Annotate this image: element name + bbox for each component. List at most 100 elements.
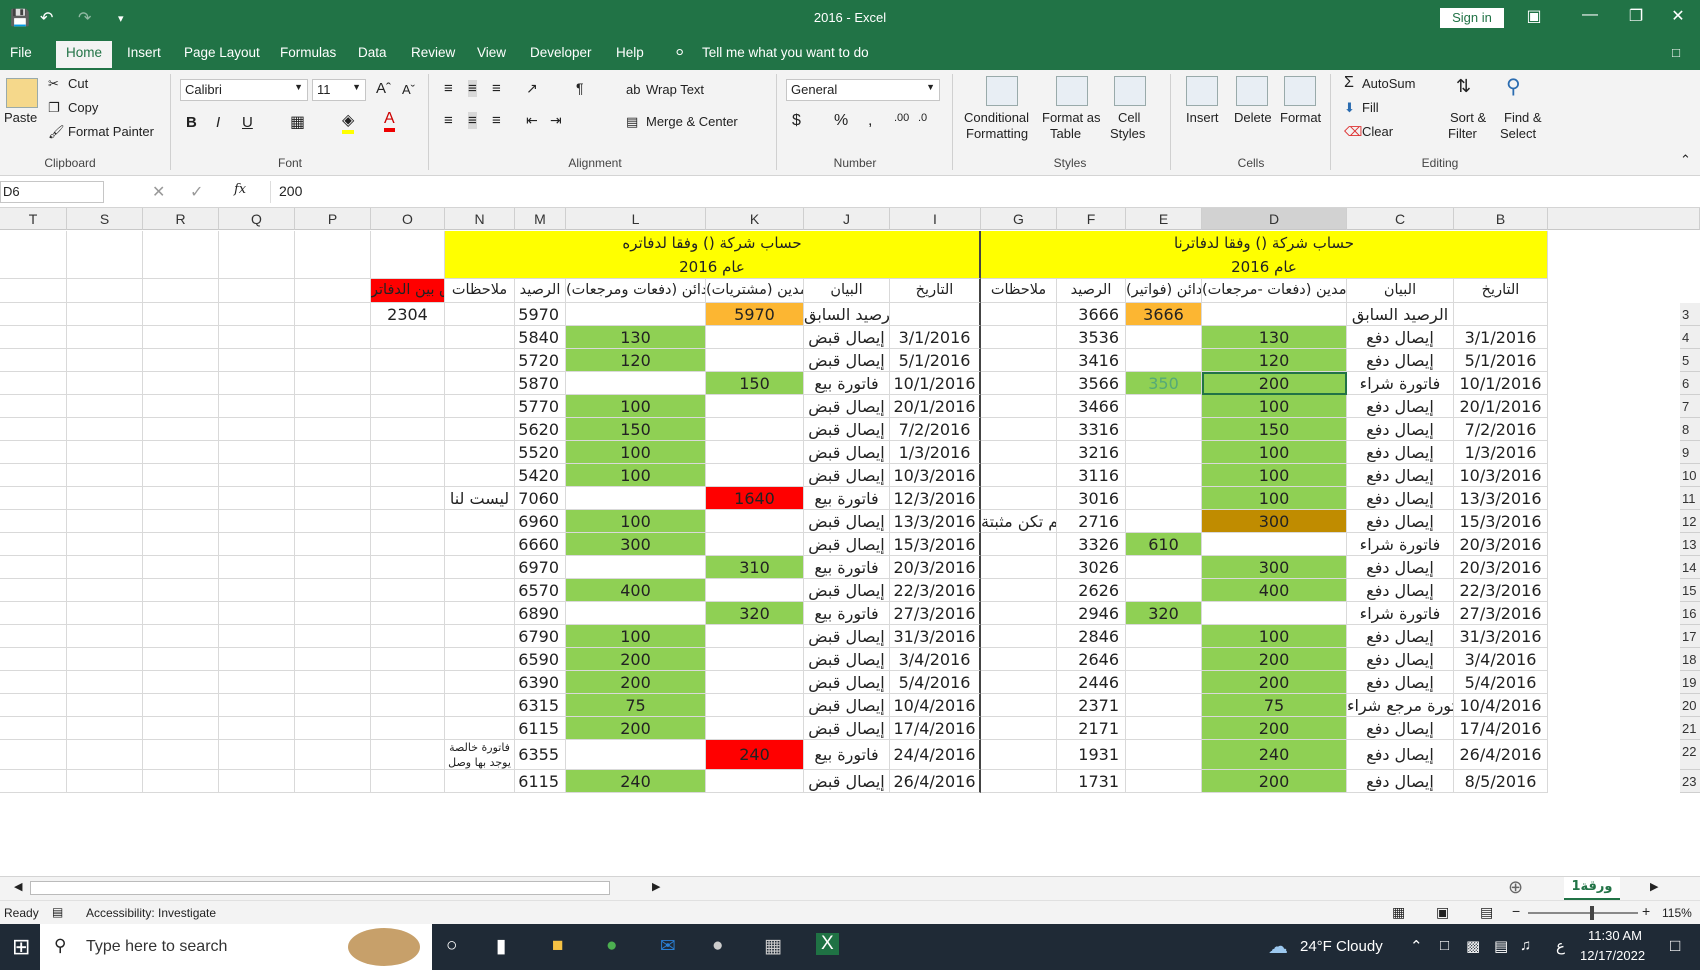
cell-s19[interactable] <box>67 671 143 694</box>
macro-record-icon[interactable]: ▤ <box>52 905 63 919</box>
cell-f18[interactable]: 2646 <box>1057 648 1126 671</box>
insert-cells-icon[interactable] <box>1186 76 1218 106</box>
delete-cells-button[interactable]: Delete <box>1234 110 1272 125</box>
cell-f15[interactable]: 2626 <box>1057 579 1126 602</box>
cell-k21[interactable] <box>706 717 804 740</box>
cell-n18[interactable] <box>445 648 515 671</box>
cell-k7[interactable] <box>706 395 804 418</box>
cell-s16[interactable] <box>67 602 143 625</box>
cell-r15[interactable] <box>143 579 219 602</box>
cell-t12[interactable] <box>0 510 67 533</box>
cell-m20[interactable]: 6315 <box>515 694 566 717</box>
cell-j11[interactable]: فاتورة بيع <box>804 487 890 510</box>
cell-s20[interactable] <box>67 694 143 717</box>
cell-e15[interactable] <box>1126 579 1202 602</box>
cell-s18[interactable] <box>67 648 143 671</box>
cell-n7[interactable] <box>445 395 515 418</box>
cell-q23[interactable] <box>219 770 295 793</box>
cell-n23[interactable] <box>445 770 515 793</box>
align-middle-icon[interactable]: ≡ <box>468 80 477 97</box>
cortana-icon[interactable]: ○ <box>446 935 457 957</box>
cell-r12[interactable] <box>143 510 219 533</box>
cell-n4[interactable] <box>445 326 515 349</box>
cell-q15[interactable] <box>219 579 295 602</box>
name-box[interactable]: D6 <box>0 181 104 203</box>
cell-c4[interactable]: إيصال دفع <box>1347 326 1454 349</box>
tab-developer[interactable]: Developer <box>530 45 592 60</box>
cell-f4[interactable]: 3536 <box>1057 326 1126 349</box>
column-header-i[interactable]: I <box>890 208 981 230</box>
cell-c20[interactable]: فاتورة مرجع شراء <box>1347 694 1454 717</box>
cell-g9[interactable] <box>981 441 1057 464</box>
format-painter-button[interactable]: Format Painter <box>68 124 154 139</box>
cell-e19[interactable] <box>1126 671 1202 694</box>
cell-f12[interactable]: 2716 <box>1057 510 1126 533</box>
cell-i12[interactable]: 13/3/2016 <box>890 510 981 533</box>
cell-j10[interactable]: إيصال قبض <box>804 464 890 487</box>
cell-b3[interactable] <box>1454 303 1548 326</box>
cell-n19[interactable] <box>445 671 515 694</box>
cell-i8[interactable]: 7/2/2016 <box>890 418 981 441</box>
cell-m10[interactable]: 5420 <box>515 464 566 487</box>
cell-b8[interactable]: 7/2/2016 <box>1454 418 1548 441</box>
cell-d12[interactable]: 300 <box>1202 510 1347 533</box>
cell-l11[interactable] <box>566 487 706 510</box>
cell-l4[interactable]: 130 <box>566 326 706 349</box>
header-cell-m[interactable]: الرصيد <box>515 279 566 303</box>
cell-k18[interactable] <box>706 648 804 671</box>
cell-d20[interactable]: 75 <box>1202 694 1347 717</box>
align-top-icon[interactable]: ≡ <box>444 80 453 97</box>
cell-c11[interactable]: إيصال دفع <box>1347 487 1454 510</box>
conditional-formatting-icon[interactable] <box>986 76 1018 106</box>
cell-t14[interactable] <box>0 556 67 579</box>
cell-o11[interactable] <box>371 487 445 510</box>
zoom-slider[interactable] <box>1528 912 1638 914</box>
cell-p16[interactable] <box>295 602 371 625</box>
cell-d22[interactable]: 240 <box>1202 740 1347 770</box>
header-cell-d[interactable]: مدين (دفعات -مرجعات) <box>1202 279 1347 303</box>
cell-l13[interactable]: 300 <box>566 533 706 556</box>
cell-i15[interactable]: 22/3/2016 <box>890 579 981 602</box>
cell-e20[interactable] <box>1126 694 1202 717</box>
sheet-tab-1[interactable]: ورقة1 <box>1564 877 1620 901</box>
cell-c3[interactable]: الرصيد السابق <box>1347 303 1454 326</box>
cell-r14[interactable] <box>143 556 219 579</box>
cell-e17[interactable] <box>1126 625 1202 648</box>
cell-d16[interactable] <box>1202 602 1347 625</box>
cell-f14[interactable]: 3026 <box>1057 556 1126 579</box>
tab-formulas[interactable]: Formulas <box>280 45 336 60</box>
cell-k16[interactable]: 320 <box>706 602 804 625</box>
tell-me-search[interactable]: Tell me what you want to do <box>702 45 869 60</box>
enter-icon[interactable]: ✓ <box>190 182 203 202</box>
cell-s12[interactable] <box>67 510 143 533</box>
cell-d11[interactable]: 100 <box>1202 487 1347 510</box>
cell-d3[interactable] <box>1202 303 1347 326</box>
column-header-r[interactable]: R <box>143 208 219 230</box>
cell-c10[interactable]: إيصال دفع <box>1347 464 1454 487</box>
fill-button[interactable]: Fill <box>1362 100 1379 115</box>
cell-i11[interactable]: 12/3/2016 <box>890 487 981 510</box>
cell-l20[interactable]: 75 <box>566 694 706 717</box>
column-header-l[interactable]: L <box>566 208 706 230</box>
cell-l6[interactable] <box>566 372 706 395</box>
cell-i3[interactable] <box>890 303 981 326</box>
number-format-combo[interactable]: General ▼ <box>786 79 940 101</box>
cell-m18[interactable]: 6590 <box>515 648 566 671</box>
cell-f16[interactable]: 2946 <box>1057 602 1126 625</box>
cell-g14[interactable] <box>981 556 1057 579</box>
cell-k13[interactable] <box>706 533 804 556</box>
delete-cells-icon[interactable] <box>1236 76 1268 106</box>
file-explorer-icon[interactable]: ■ <box>552 935 563 957</box>
cell-c18[interactable]: إيصال دفع <box>1347 648 1454 671</box>
cell-c9[interactable]: إيصال دفع <box>1347 441 1454 464</box>
cell-n10[interactable] <box>445 464 515 487</box>
column-header-s[interactable]: S <box>67 208 143 230</box>
cell-c15[interactable]: إيصال دفع <box>1347 579 1454 602</box>
cell-b9[interactable]: 1/3/2016 <box>1454 441 1548 464</box>
cell-q4[interactable] <box>219 326 295 349</box>
cell-b16[interactable]: 27/3/2016 <box>1454 602 1548 625</box>
cell-l21[interactable]: 200 <box>566 717 706 740</box>
cell-s11[interactable] <box>67 487 143 510</box>
cell-j16[interactable]: فاتورة بيع <box>804 602 890 625</box>
cut-button[interactable]: Cut <box>68 76 88 91</box>
